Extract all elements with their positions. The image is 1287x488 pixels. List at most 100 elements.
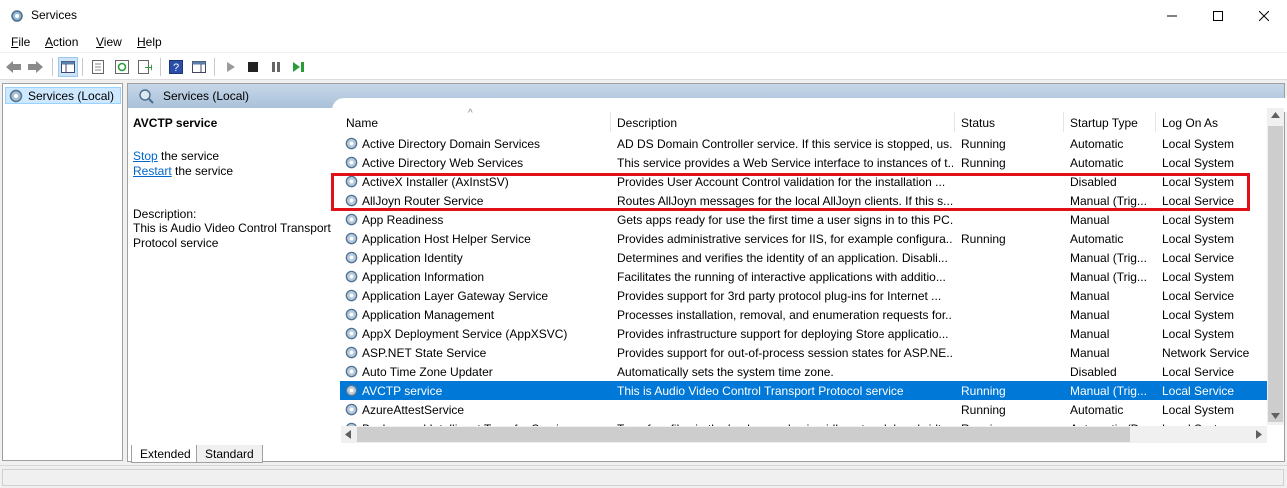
horizontal-scrollbar-thumb[interactable] (357, 427, 1130, 442)
tab-extended[interactable]: Extended (131, 445, 200, 463)
tab-standard[interactable]: Standard (196, 445, 263, 463)
service-description: AD DS Domain Controller service. If this… (617, 137, 953, 151)
service-name: Auto Time Zone Updater (362, 365, 493, 379)
service-status: Running (961, 137, 1006, 151)
service-gear-icon (345, 232, 358, 245)
menu-file-label: ile (18, 35, 31, 49)
service-name: Application Layer Gateway Service (362, 289, 549, 303)
column-divider[interactable] (610, 112, 611, 132)
service-gear-icon (345, 365, 358, 378)
column-header-description[interactable]: Description (617, 116, 677, 130)
column-header-row: ^ Name Description Status Startup Type L… (340, 108, 1268, 134)
pane-title: Services (Local) (163, 89, 250, 103)
toolbar-separator (52, 58, 53, 76)
scroll-left-icon[interactable] (345, 430, 351, 439)
pause-icon (272, 62, 280, 72)
column-header-status[interactable]: Status (961, 116, 995, 130)
scroll-down-icon[interactable] (1271, 413, 1280, 419)
forward-button[interactable] (26, 57, 46, 77)
back-arrow-icon (6, 61, 21, 73)
service-description: This service provides a Web Service inte… (617, 156, 953, 170)
close-icon (1259, 10, 1269, 21)
service-name: AppX Deployment Service (AppXSVC) (362, 327, 568, 341)
service-row[interactable]: Application Layer Gateway Service Provide… (340, 286, 1268, 305)
service-row[interactable]: ASP.NET State Service Provides support fo… (340, 343, 1268, 362)
service-row[interactable]: App Readiness Gets apps ready for use the… (340, 210, 1268, 229)
service-gear-icon (345, 137, 358, 150)
service-gear-icon (345, 289, 358, 302)
minimize-button[interactable] (1149, 0, 1195, 31)
column-divider[interactable] (1155, 112, 1156, 132)
service-log-on-as: Local Service (1162, 289, 1235, 303)
properties-icon (92, 60, 104, 74)
properties-button[interactable] (88, 57, 108, 77)
help-button[interactable]: ? (166, 57, 186, 77)
service-row[interactable]: AVCTP service This is Audio Video Control… (340, 381, 1268, 400)
restart-icon (293, 62, 304, 72)
service-startup-type: Manual (1070, 289, 1110, 303)
maximize-button[interactable] (1195, 0, 1241, 31)
scroll-up-icon[interactable] (1271, 112, 1280, 118)
scroll-right-icon[interactable] (1256, 430, 1262, 439)
service-name: App Readiness (362, 213, 444, 227)
column-divider[interactable] (954, 112, 955, 132)
service-row[interactable]: Auto Time Zone Updater Automatically sets… (340, 362, 1268, 381)
service-description: This is Audio Video Control Transport Pr… (617, 384, 904, 398)
service-gear-icon (345, 270, 358, 283)
service-description: Provides support for out-of-process sess… (617, 346, 953, 360)
restart-service-button[interactable] (289, 57, 309, 77)
service-name: Application Management (362, 308, 495, 322)
service-gear-icon (345, 346, 358, 359)
stop-action: Stop the service (133, 149, 333, 163)
service-gear-icon (345, 156, 358, 169)
export-list-button[interactable] (135, 57, 155, 77)
service-log-on-as: Local System (1162, 232, 1235, 246)
service-row[interactable]: Active Directory Domain Services AD DS Do… (340, 134, 1268, 153)
column-header-startup-type[interactable]: Startup Type (1070, 116, 1138, 130)
service-status: Running (961, 232, 1006, 246)
restart-link-suffix: the service (171, 164, 234, 178)
gear-icon (9, 89, 23, 103)
service-row[interactable]: Active Directory Web Services This servic… (340, 153, 1268, 172)
export-icon (138, 60, 152, 74)
close-button[interactable] (1241, 0, 1287, 31)
pause-service-button[interactable] (266, 57, 286, 77)
service-description: Gets apps ready for use the first time a… (617, 213, 953, 227)
menu-action-label: ction (53, 35, 79, 49)
refresh-button[interactable] (112, 57, 132, 77)
stop-link-suffix: the service (157, 149, 220, 163)
service-name: Application Identity (362, 251, 463, 265)
console-tree: Services (Local) (2, 83, 123, 461)
menu-view[interactable]: View (96, 35, 122, 49)
service-startup-type: Manual (1070, 213, 1110, 227)
show-action-pane-button[interactable] (189, 57, 209, 77)
service-description: Provides support for 3rd party protocol … (617, 289, 942, 303)
services-pane: Services (Local) AVCTP service Stop the … (127, 83, 1287, 462)
action-pane-icon (192, 61, 206, 73)
service-row[interactable]: Application Management Processes installa… (340, 305, 1268, 324)
service-status: Running (961, 403, 1006, 417)
menu-file[interactable]: File (11, 35, 30, 49)
back-button[interactable] (4, 57, 24, 77)
show-console-tree-button[interactable] (58, 57, 78, 77)
column-divider[interactable] (1063, 112, 1064, 132)
refresh-icon (115, 60, 129, 74)
tree-item-services-local[interactable]: Services (Local) (5, 87, 121, 104)
service-row[interactable]: Application Host Helper Service Provides … (340, 229, 1268, 248)
service-name: AVCTP service (362, 384, 443, 398)
menu-action[interactable]: Action (45, 35, 78, 49)
stop-link[interactable]: Stop (133, 149, 158, 163)
console-tree-icon (61, 61, 75, 73)
stop-service-button[interactable] (243, 57, 263, 77)
start-service-button[interactable] (221, 57, 241, 77)
service-row[interactable]: AzureAttestService Running Automatic Local … (340, 400, 1268, 419)
play-icon (227, 62, 235, 72)
restart-link[interactable]: Restart (133, 164, 172, 178)
menu-help[interactable]: Help (137, 35, 162, 49)
service-row[interactable]: AppX Deployment Service (AppXSVC) Provide… (340, 324, 1268, 343)
service-row[interactable]: Application Information Facilitates the r… (340, 267, 1268, 286)
service-row[interactable]: Application Identity Determines and verif… (340, 248, 1268, 267)
column-header-name[interactable]: Name (346, 116, 378, 130)
vertical-scrollbar-thumb[interactable] (1268, 126, 1283, 422)
column-header-log-on-as[interactable]: Log On As (1162, 116, 1218, 130)
